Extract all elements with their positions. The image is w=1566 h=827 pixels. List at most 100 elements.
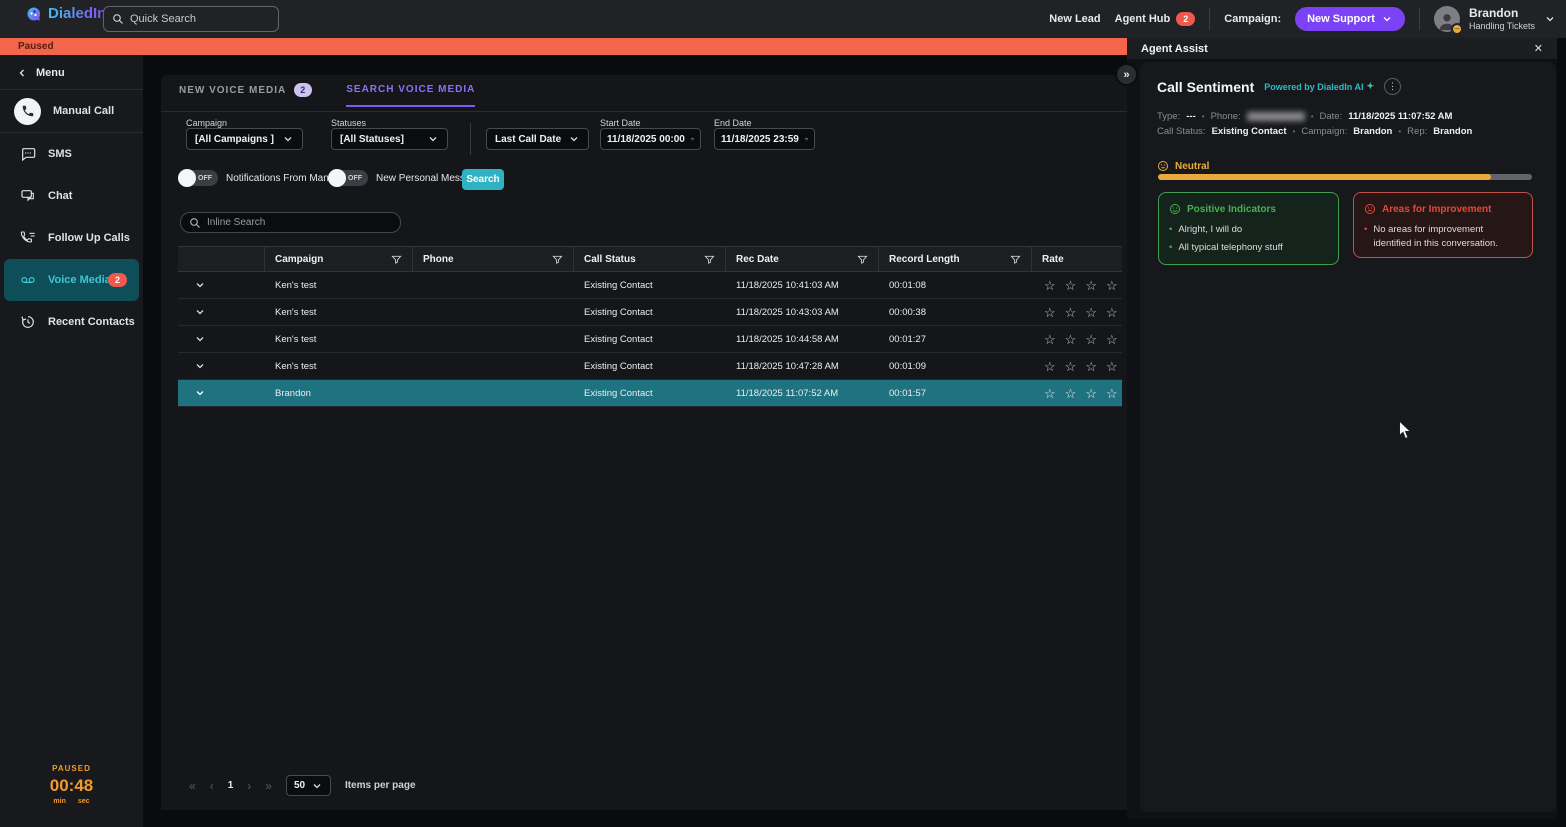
row-expand-button[interactable] <box>178 387 265 399</box>
sidebar-item-label: Follow Up Calls <box>48 232 130 244</box>
page-size-select[interactable]: 50 <box>286 775 331 796</box>
chevron-down-icon <box>568 133 580 145</box>
voice-media-badge: 2 <box>108 273 127 287</box>
next-page-button[interactable]: › <box>247 779 251 793</box>
campaign-selector-button[interactable]: New Support <box>1295 7 1405 31</box>
previous-page-button[interactable]: ‹ <box>210 779 214 793</box>
tab-search-voice-media[interactable]: SEARCH VOICE MEDIA <box>346 83 475 107</box>
calendar-icon[interactable] <box>805 133 808 145</box>
row-expand-button[interactable] <box>178 279 265 291</box>
star-icon[interactable]: ☆ <box>1085 333 1097 346</box>
sidebar-item-manual-call[interactable]: Manual Call <box>0 90 143 132</box>
first-page-button[interactable]: « <box>189 779 196 793</box>
column-header-record-length[interactable]: Record Length <box>879 247 1032 271</box>
user-menu[interactable]: – Brandon Handling Tickets <box>1434 6 1556 32</box>
rating-stars: ☆ ☆ ☆ ☆ <box>1032 387 1122 400</box>
new-lead-link[interactable]: New Lead <box>1049 13 1100 25</box>
column-header-campaign[interactable]: Campaign <box>265 247 413 271</box>
chevron-down-icon <box>282 133 294 145</box>
sidebar-item-sms[interactable]: SMS <box>0 133 143 175</box>
agent-hub-link[interactable]: Agent Hub <box>1115 13 1171 25</box>
last-page-button[interactable]: » <box>265 779 272 793</box>
row-expand-button[interactable] <box>178 306 265 318</box>
brand-logo[interactable]: DialedIn <box>26 5 106 22</box>
tab-new-voice-media[interactable]: NEW VOICE MEDIA 2 <box>179 83 312 107</box>
column-header-rec-date[interactable]: Rec Date <box>726 247 879 271</box>
star-icon[interactable]: ☆ <box>1106 333 1118 346</box>
search-button[interactable]: Search <box>462 169 504 190</box>
end-date-field[interactable] <box>714 128 815 150</box>
filter-icon[interactable] <box>857 254 868 265</box>
star-icon[interactable]: ☆ <box>1044 279 1056 292</box>
campaign-filter-label: Campaign <box>186 118 227 128</box>
campaign-filter-select[interactable]: [All Campaigns ] <box>186 128 303 150</box>
star-icon[interactable]: ☆ <box>1085 306 1097 319</box>
cell-campaign: Ken's test <box>265 361 413 372</box>
filter-icon[interactable] <box>704 254 715 265</box>
inline-search[interactable] <box>180 212 401 233</box>
star-icon[interactable]: ☆ <box>1085 387 1097 400</box>
end-date-input[interactable] <box>721 134 805 145</box>
call-status-label: Call Status: <box>1157 126 1206 137</box>
star-icon[interactable]: ☆ <box>1106 360 1118 373</box>
star-icon[interactable]: ☆ <box>1085 360 1097 373</box>
start-date-field[interactable] <box>600 128 701 150</box>
current-page[interactable]: 1 <box>228 780 234 791</box>
chevron-down-icon <box>194 333 206 345</box>
star-icon[interactable]: ☆ <box>1044 333 1056 346</box>
chevron-down-icon[interactable] <box>1544 13 1556 25</box>
star-icon[interactable]: ☆ <box>1085 279 1097 292</box>
star-icon[interactable]: ☆ <box>1044 360 1056 373</box>
start-date-input[interactable] <box>607 134 691 145</box>
positive-indicators-title: Positive Indicators <box>1187 204 1276 215</box>
menu-collapse-button[interactable]: Menu <box>0 55 143 89</box>
column-header-phone[interactable]: Phone <box>413 247 574 271</box>
chevron-down-icon <box>194 360 206 372</box>
statuses-filter-select[interactable]: [All Statuses] <box>331 128 448 150</box>
inline-search-input[interactable] <box>207 217 367 228</box>
star-icon[interactable]: ☆ <box>1106 279 1118 292</box>
table-row[interactable]: Ken's test Existing Contact 11/18/2025 1… <box>178 326 1122 353</box>
quick-search[interactable] <box>103 6 279 32</box>
expand-panel-button[interactable]: » <box>1115 63 1138 86</box>
sidebar-item-voice-media[interactable]: Voice Media 2 <box>4 259 139 301</box>
star-icon[interactable]: ☆ <box>1106 306 1118 319</box>
cell-record-length: 00:01:09 <box>879 361 1032 372</box>
call-sentiment-card: Call Sentiment Powered by DialedIn AI ✦ … <box>1140 62 1556 812</box>
pause-timer: PAUSED 00:48 min sec <box>0 764 143 805</box>
star-icon[interactable]: ☆ <box>1044 387 1056 400</box>
sidebar-item-follow-up-calls[interactable]: Follow Up Calls <box>0 217 143 259</box>
close-icon[interactable]: ✕ <box>1534 42 1543 55</box>
quick-search-input[interactable] <box>130 13 250 25</box>
calendar-icon[interactable] <box>691 133 694 145</box>
cell-call-status: Existing Contact <box>574 280 726 291</box>
column-header-call-status[interactable]: Call Status <box>574 247 726 271</box>
table-row[interactable]: Ken's test Existing Contact 11/18/2025 1… <box>178 299 1122 326</box>
filter-icon[interactable] <box>552 254 563 265</box>
more-options-button[interactable]: ⋮ <box>1384 78 1401 95</box>
sidebar-item-chat[interactable]: Chat <box>0 175 143 217</box>
filter-icon[interactable] <box>391 254 402 265</box>
filter-icon[interactable] <box>1010 254 1021 265</box>
star-icon[interactable]: ☆ <box>1065 360 1077 373</box>
star-icon[interactable]: ☆ <box>1065 333 1077 346</box>
star-icon[interactable]: ☆ <box>1065 306 1077 319</box>
new-personal-messages-toggle[interactable]: OFF <box>330 170 368 186</box>
star-icon[interactable]: ☆ <box>1106 387 1118 400</box>
star-icon[interactable]: ☆ <box>1065 387 1077 400</box>
row-expand-button[interactable] <box>178 333 265 345</box>
table-row[interactable]: Ken's test Existing Contact 11/18/2025 1… <box>178 353 1122 380</box>
star-icon[interactable]: ☆ <box>1065 279 1077 292</box>
row-expand-button[interactable] <box>178 360 265 372</box>
column-header-rate[interactable]: Rate <box>1032 247 1122 271</box>
date-label: Date: <box>1320 111 1343 122</box>
date-type-select[interactable]: Last Call Date <box>486 128 589 150</box>
table-row[interactable]: Ken's test Existing Contact 11/18/2025 1… <box>178 272 1122 299</box>
table-row-selected[interactable]: Brandon Existing Contact 11/18/2025 11:0… <box>178 380 1122 407</box>
cell-rec-date: 11/18/2025 10:44:58 AM <box>726 334 879 345</box>
star-icon[interactable]: ☆ <box>1044 306 1056 319</box>
cell-record-length: 00:01:57 <box>879 388 1032 399</box>
notifications-from-manager-toggle[interactable]: OFF <box>180 170 218 186</box>
sidebar-item-recent-contacts[interactable]: Recent Contacts <box>0 301 143 343</box>
phone-icon <box>14 98 41 125</box>
